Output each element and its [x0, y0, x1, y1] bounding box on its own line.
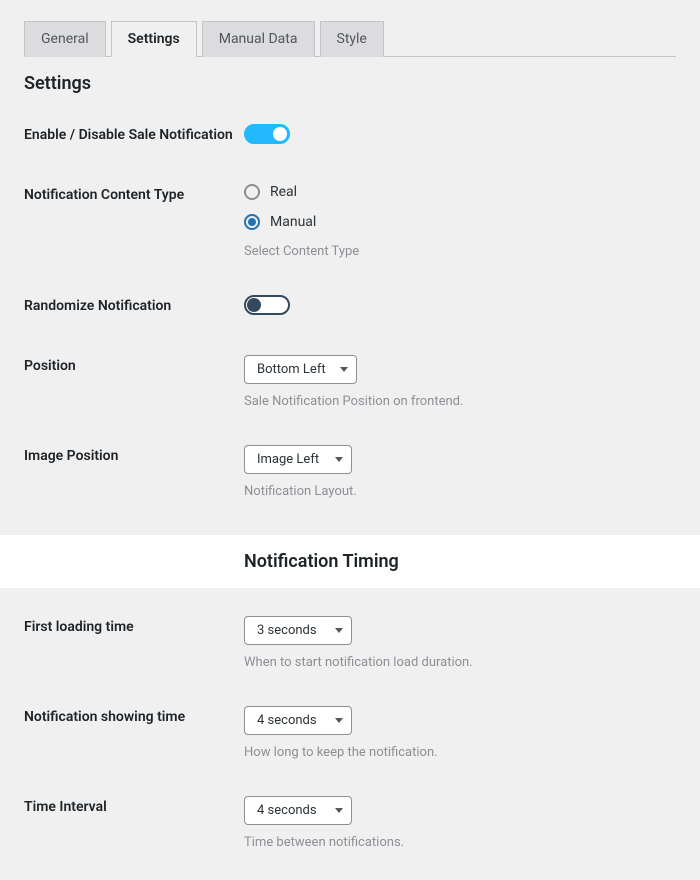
chevron-down-icon: [335, 628, 343, 633]
chevron-down-icon: [340, 367, 348, 372]
content-type-manual-label: Manual: [270, 214, 316, 230]
chevron-down-icon: [335, 718, 343, 723]
interval-helper: Time between notifications.: [244, 835, 676, 850]
interval-select[interactable]: 4 seconds: [244, 796, 352, 825]
image-position-label: Image Position: [24, 445, 244, 467]
showing-time-select-value: 4 seconds: [257, 713, 317, 728]
position-select-value: Bottom Left: [257, 362, 326, 377]
tab-settings[interactable]: Settings: [111, 21, 197, 57]
enable-label: Enable / Disable Sale Notification: [24, 124, 244, 146]
timing-section-title: Notification Timing: [244, 551, 676, 572]
first-loading-label: First loading time: [24, 616, 244, 638]
randomize-toggle[interactable]: [244, 295, 290, 315]
page-title: Settings: [24, 73, 676, 94]
tab-general[interactable]: General: [24, 21, 106, 57]
chevron-down-icon: [335, 808, 343, 813]
interval-select-value: 4 seconds: [257, 803, 317, 818]
tab-manual-data[interactable]: Manual Data: [202, 21, 315, 57]
first-loading-helper: When to start notification load duration…: [244, 655, 676, 670]
position-helper: Sale Notification Position on frontend.: [244, 394, 676, 409]
interval-label: Time Interval: [24, 796, 244, 818]
first-loading-select-value: 3 seconds: [257, 623, 317, 638]
position-select[interactable]: Bottom Left: [244, 355, 357, 384]
randomize-label: Randomize Notification: [24, 295, 244, 317]
radio-icon: [244, 184, 260, 200]
first-loading-select[interactable]: 3 seconds: [244, 616, 352, 645]
image-position-select-value: Image Left: [257, 452, 319, 467]
content-type-real-label: Real: [270, 184, 297, 200]
image-position-select[interactable]: Image Left: [244, 445, 352, 474]
content-type-manual[interactable]: Manual: [244, 214, 676, 230]
content-type-label: Notification Content Type: [24, 184, 244, 206]
radio-icon: [244, 214, 260, 230]
tabs: General Settings Manual Data Style: [24, 20, 676, 57]
chevron-down-icon: [335, 457, 343, 462]
showing-time-select[interactable]: 4 seconds: [244, 706, 352, 735]
content-type-real[interactable]: Real: [244, 184, 676, 200]
tab-style[interactable]: Style: [320, 21, 384, 57]
enable-toggle[interactable]: [244, 124, 290, 144]
showing-time-label: Notification showing time: [24, 706, 244, 728]
showing-time-helper: How long to keep the notification.: [244, 745, 676, 760]
position-label: Position: [24, 355, 244, 377]
content-type-helper: Select Content Type: [244, 244, 676, 259]
timing-section: Notification Timing: [0, 535, 700, 588]
image-position-helper: Notification Layout.: [244, 484, 676, 499]
